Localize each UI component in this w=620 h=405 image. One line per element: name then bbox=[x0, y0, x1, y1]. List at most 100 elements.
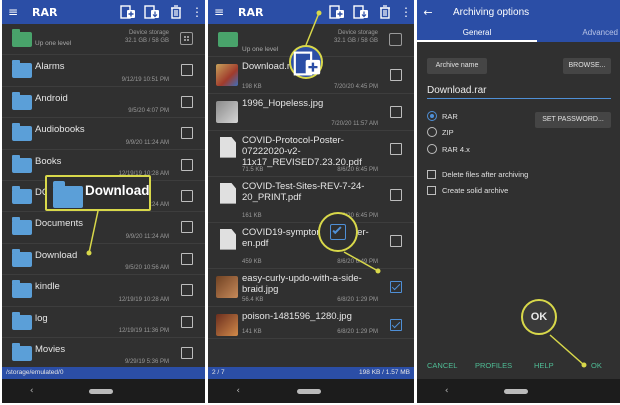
selection-size: 198 KB / 1.57 MB bbox=[359, 369, 410, 376]
current-path: /storage/emulated/0 bbox=[6, 369, 64, 376]
folder-date: 12/19/19 10:28 AM bbox=[118, 296, 169, 303]
file-row[interactable]: 1996_Hopeless.jpg 7/20/20 11:57 AM bbox=[208, 94, 414, 131]
folder-checkbox[interactable] bbox=[181, 221, 193, 234]
home-pill-icon[interactable] bbox=[296, 388, 321, 394]
status-bar: /storage/emulated/0 bbox=[2, 367, 205, 379]
options-tabs: General Advanced bbox=[417, 24, 620, 42]
folder-row[interactable]: Movies 9/29/19 5:36 PM bbox=[2, 338, 205, 370]
cancel-button[interactable]: CANCEL bbox=[427, 361, 457, 370]
file-row[interactable]: poison-1481596_1280.jpg 141 KB 6/8/20 1:29… bbox=[208, 307, 414, 339]
tab-advanced[interactable]: Advanced bbox=[537, 24, 620, 42]
folder-checkbox[interactable] bbox=[181, 158, 193, 171]
app-title: RAR bbox=[238, 5, 264, 19]
checkbox-callout bbox=[318, 212, 358, 252]
dialog-title-bar: ← Archiving options bbox=[417, 0, 620, 24]
hamburger-icon[interactable]: ≡ bbox=[2, 5, 24, 19]
file-row[interactable]: COVID19-symptoms-checker-en.pdf 459 KB 8/6… bbox=[208, 223, 414, 269]
tab-general[interactable]: General bbox=[417, 24, 537, 42]
folder-icon bbox=[12, 185, 32, 204]
folder-checkbox[interactable] bbox=[181, 284, 193, 297]
select-all-grid-icon[interactable] bbox=[389, 33, 402, 46]
folder-row[interactable]: Alarms 9/12/19 10:51 PM bbox=[2, 55, 205, 87]
file-checkbox[interactable] bbox=[390, 142, 402, 155]
file-name: easy-curly-updo-with-a-side-braid.jpg bbox=[242, 272, 362, 295]
chevron-left-icon[interactable]: ‹ bbox=[445, 386, 449, 396]
delete-icon[interactable] bbox=[376, 5, 394, 19]
solid-archive-label: Create solid archive bbox=[442, 186, 509, 195]
folder-checkbox[interactable] bbox=[181, 315, 193, 328]
delete-after-archiving-checkbox[interactable] bbox=[427, 170, 436, 179]
archive-icon[interactable] bbox=[119, 5, 137, 19]
app-bar: ≡ RAR ⋮ bbox=[2, 0, 205, 24]
folder-date: 9/9/20 11:24 AM bbox=[125, 139, 169, 146]
home-pill-icon[interactable] bbox=[504, 388, 529, 394]
archive-name-button[interactable]: Archive name bbox=[427, 58, 487, 74]
pdf-document-icon bbox=[220, 182, 236, 204]
home-pill-icon[interactable] bbox=[89, 388, 114, 394]
folder-icon bbox=[12, 91, 32, 110]
folder-row[interactable]: kindle 12/19/19 10:28 AM bbox=[2, 275, 205, 307]
checked-checkbox-icon bbox=[330, 224, 346, 240]
set-password-button[interactable]: SET PASSWORD... bbox=[535, 112, 611, 128]
folder-row[interactable]: Documents 9/9/20 11:24 AM bbox=[2, 212, 205, 244]
folder-checkbox[interactable] bbox=[181, 252, 193, 265]
more-vertical-icon[interactable]: ⋮ bbox=[191, 5, 203, 19]
file-size: 198 KB bbox=[242, 83, 262, 90]
file-size: 71.5 KB bbox=[242, 166, 264, 173]
archive-icon[interactable] bbox=[328, 5, 346, 19]
format-radio-rar[interactable] bbox=[427, 111, 437, 121]
more-vertical-icon[interactable]: ⋮ bbox=[400, 5, 412, 19]
chevron-left-icon[interactable]: ‹ bbox=[236, 386, 240, 396]
file-checkbox-checked[interactable] bbox=[390, 280, 402, 293]
archive-name-field[interactable]: Download.rar bbox=[427, 85, 611, 99]
ok-callout: OK bbox=[521, 299, 557, 335]
folder-icon bbox=[12, 123, 32, 142]
rar-archive-icon bbox=[216, 64, 238, 86]
file-checkbox[interactable] bbox=[390, 69, 402, 81]
delete-icon[interactable] bbox=[167, 5, 185, 19]
file-name: 1996_Hopeless.jpg bbox=[242, 97, 324, 109]
up-one-level-row[interactable]: Up one level Device storage 32.1 GB / 58 … bbox=[2, 24, 205, 56]
folder-row[interactable]: Android 9/5/20 4:07 PM bbox=[2, 87, 205, 119]
folder-icon bbox=[12, 60, 32, 79]
folder-date: 12/19/19 11:36 PM bbox=[118, 327, 169, 334]
profiles-button[interactable]: PROFILES bbox=[475, 361, 512, 370]
format-label-rar4: RAR 4.x bbox=[442, 145, 470, 154]
ok-button[interactable]: OK bbox=[591, 361, 602, 370]
folder-checkbox[interactable] bbox=[181, 95, 193, 108]
folder-checkbox[interactable] bbox=[181, 127, 193, 140]
file-checkbox-checked[interactable] bbox=[390, 318, 402, 331]
extract-icon[interactable] bbox=[352, 5, 370, 19]
file-row[interactable]: COVID-Protocol-Poster-07222020-v2-11x17_… bbox=[208, 131, 414, 177]
folder-checkbox[interactable] bbox=[181, 189, 193, 202]
file-checkbox[interactable] bbox=[390, 188, 402, 201]
help-button[interactable]: HELP bbox=[534, 361, 554, 370]
folder-row[interactable]: Download 9/5/20 10:56 AM bbox=[2, 244, 205, 276]
folder-name: Movies bbox=[35, 343, 66, 355]
file-date: 6/8/20 1:29 PM bbox=[337, 328, 378, 335]
file-name: COVID-Protocol-Poster-07222020-v2-11x17_… bbox=[242, 134, 362, 168]
solid-archive-checkbox[interactable] bbox=[427, 186, 436, 195]
folder-checkbox[interactable] bbox=[181, 64, 193, 77]
chevron-left-icon[interactable]: ‹ bbox=[30, 386, 34, 396]
select-all-grid-icon[interactable] bbox=[180, 32, 193, 45]
folder-icon bbox=[12, 248, 32, 267]
file-date: 7/20/20 11:57 AM bbox=[331, 120, 378, 127]
arrow-left-icon[interactable]: ← bbox=[417, 6, 439, 19]
format-radio-rar4[interactable] bbox=[427, 144, 437, 154]
file-checkbox[interactable] bbox=[390, 105, 402, 118]
file-date: 8/6/20 6:45 PM bbox=[337, 166, 378, 173]
browse-button[interactable]: BROWSE... bbox=[563, 58, 611, 74]
file-row[interactable]: COVID-Test-Sites-REV-7-24-20_PRINT.pdf 16… bbox=[208, 177, 414, 223]
file-row[interactable]: easy-curly-updo-with-a-side-braid.jpg 56.… bbox=[208, 269, 414, 307]
folder-checkbox[interactable] bbox=[181, 346, 193, 359]
folder-row[interactable]: log 12/19/19 11:36 PM bbox=[2, 307, 205, 338]
folder-name: Android bbox=[35, 92, 68, 104]
format-radio-zip[interactable] bbox=[427, 127, 437, 137]
file-date: 8/6/20 6:49 PM bbox=[337, 258, 378, 265]
folder-row[interactable]: Audiobooks 9/9/20 11:24 AM bbox=[2, 118, 205, 150]
screenshot-stage: ≡ RAR ⋮ Up one level Device storage 32.1 … bbox=[0, 0, 620, 405]
extract-icon[interactable] bbox=[143, 5, 161, 19]
hamburger-icon[interactable]: ≡ bbox=[208, 5, 230, 19]
file-checkbox[interactable] bbox=[390, 234, 402, 247]
